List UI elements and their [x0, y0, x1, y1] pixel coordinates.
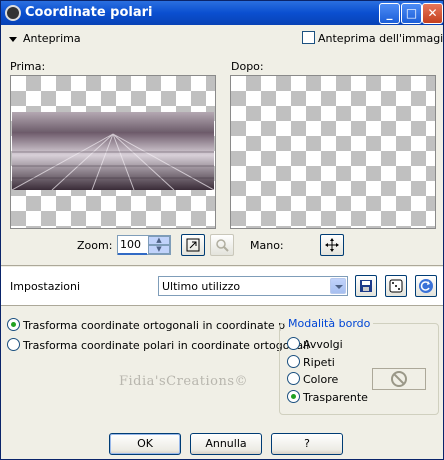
- zoom-spinner[interactable]: 100 ▲ ▼: [117, 235, 171, 255]
- zoom-up-icon[interactable]: ▲: [148, 236, 170, 245]
- settings-label: Impostazioni: [10, 280, 81, 293]
- after-label: Dopo:: [231, 60, 264, 73]
- reset-button[interactable]: [415, 275, 437, 297]
- collapse-arrow-icon: [9, 36, 17, 42]
- preset-select[interactable]: Ultimo utilizzo: [158, 276, 348, 296]
- ok-button[interactable]: OK: [109, 433, 181, 455]
- help-button[interactable]: ?: [271, 433, 343, 455]
- save-icon: [360, 280, 372, 292]
- polar-to-rect-radio[interactable]: [7, 338, 20, 351]
- divider: [1, 265, 443, 266]
- move-icon: [325, 238, 339, 252]
- save-preset-button[interactable]: [355, 275, 377, 297]
- divider: [1, 305, 443, 306]
- wrap-radio[interactable]: [287, 337, 300, 350]
- transparent-label: Trasparente: [303, 391, 368, 404]
- repeat-radio[interactable]: [287, 355, 300, 368]
- zoom-fit-button[interactable]: [181, 234, 205, 256]
- before-label: Prima:: [10, 60, 46, 73]
- edge-mode-title: Modalità bordo: [285, 317, 374, 330]
- maximize-button[interactable]: □: [401, 3, 422, 24]
- repeat-label: Ripeti: [303, 356, 335, 369]
- after-preview[interactable]: [230, 75, 436, 229]
- window-title: Coordinate polari: [25, 5, 153, 20]
- image-preview-checkbox[interactable]: [302, 31, 315, 44]
- wrap-label: Avvolgi: [303, 338, 343, 351]
- pan-button[interactable]: [320, 234, 344, 256]
- zoom-underline: [118, 253, 147, 255]
- no-color-icon: [391, 371, 407, 387]
- polar-to-rect-label: Trasforma coordinate polari in coordinat…: [23, 339, 310, 352]
- cancel-button[interactable]: Annulla: [190, 433, 262, 455]
- zoom-value[interactable]: 100: [120, 238, 141, 251]
- watermark: Fidia'sCreations©: [119, 374, 249, 389]
- transparent-radio[interactable]: [287, 390, 300, 403]
- color-label: Colore: [303, 373, 339, 386]
- before-preview[interactable]: [10, 75, 216, 229]
- app-icon: [5, 5, 21, 21]
- rect-to-polar-label: Trasforma coordinate ortogonali in coord…: [23, 319, 310, 332]
- randomize-button[interactable]: [385, 275, 407, 297]
- color-swatch[interactable]: [372, 368, 426, 390]
- rect-to-polar-radio[interactable]: [7, 318, 20, 331]
- before-preview-image: [12, 112, 214, 190]
- zoom-fit-icon: [186, 238, 200, 252]
- dialog-window: Coordinate polari _ □ ✕ Anteprima Antepr…: [0, 0, 444, 460]
- close-button[interactable]: ✕: [422, 3, 443, 24]
- reset-icon: [419, 279, 433, 293]
- dice-icon: [389, 279, 403, 293]
- zoom-label: Zoom:: [77, 239, 113, 252]
- title-bar[interactable]: Coordinate polari _ □ ✕: [1, 1, 443, 25]
- color-radio[interactable]: [287, 372, 300, 385]
- zoom-down-icon[interactable]: ▼: [148, 245, 170, 254]
- preview-toggle-label: Anteprima: [23, 32, 81, 45]
- image-preview-label: Anteprima dell'immagine: [318, 32, 444, 45]
- pan-label: Mano:: [250, 239, 284, 252]
- magnifier-icon: [216, 239, 229, 252]
- zoom-actual-button[interactable]: [210, 234, 234, 256]
- minimize-button[interactable]: _: [379, 3, 400, 24]
- preview-toggle[interactable]: Anteprima: [9, 32, 81, 45]
- chevron-down-icon[interactable]: [330, 278, 346, 294]
- preset-value: Ultimo utilizzo: [162, 280, 241, 293]
